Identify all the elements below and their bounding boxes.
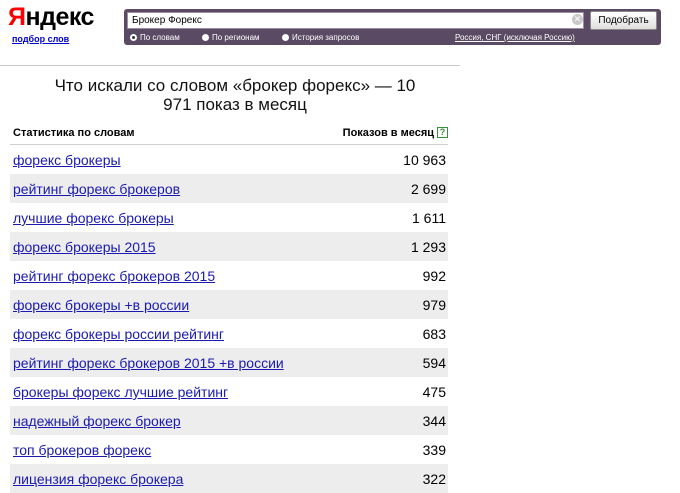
region-selector[interactable]: Россия, СНГ (исключая Россию)	[455, 32, 575, 44]
keyword-link[interactable]: брокеры форекс лучшие рейтинг	[13, 384, 228, 400]
column-header-count: Показов в месяц	[342, 127, 434, 139]
impressions-count: 683	[422, 326, 446, 342]
impressions-count: 2 699	[410, 181, 446, 197]
keyword-link[interactable]: рейтинг форекс брокеров 2015	[13, 268, 215, 284]
table-header: Статистика по словам Показов в месяц ?	[10, 127, 450, 143]
keyword-link[interactable]: форекс брокеры +в россии	[13, 297, 189, 313]
keyword-link[interactable]: форекс брокеры	[13, 152, 121, 168]
impressions-count: 1 611	[412, 210, 446, 226]
impressions-count: 322	[422, 471, 446, 487]
impressions-count: 475	[422, 384, 446, 400]
logo-first-letter: Я	[8, 3, 26, 31]
radio-dot-icon	[202, 34, 209, 41]
page-title: Что искали со словом «брокер форекс» — 1…	[54, 76, 416, 114]
keyword-link[interactable]: рейтинг форекс брокеров 2015 +в россии	[13, 355, 284, 371]
keyword-link[interactable]: форекс брокеры россии рейтинг	[13, 326, 224, 342]
table-row: форекс брокеры россии рейтинг 683	[10, 319, 448, 348]
submit-button[interactable]: Подобрать	[590, 11, 657, 30]
search-bar: Брокер Форекс ✕ Подобрать По словам По р…	[124, 9, 661, 45]
close-icon[interactable]: ✕	[572, 14, 583, 25]
impressions-count: 992	[422, 268, 446, 284]
radio-label: По регионам	[212, 33, 260, 42]
radio-label: По словам	[140, 33, 180, 42]
table-row: надежный форекс брокер 344	[10, 406, 448, 435]
keyword-table: форекс брокеры 10 963 рейтинг форекс брок…	[10, 145, 448, 493]
impressions-count: 1 293	[410, 239, 446, 255]
yandex-logo[interactable]: Яндекс	[8, 3, 94, 31]
table-row: рейтинг форекс брокеров 2015 992	[10, 261, 448, 290]
table-row: форекс брокеры 2015 1 293	[10, 232, 448, 261]
keyword-link[interactable]: рейтинг форекс брокеров	[13, 181, 180, 197]
divider	[0, 65, 460, 66]
radio-dot-icon	[130, 34, 137, 41]
table-row: лучшие форекс брокеры 1 611	[10, 203, 448, 232]
column-header-keyword: Статистика по словам	[13, 127, 135, 139]
keyword-link[interactable]: лицензия форекс брокера	[13, 471, 183, 487]
impressions-count: 339	[422, 442, 446, 458]
search-input[interactable]: Брокер Форекс	[127, 12, 584, 29]
radio-by-words[interactable]: По словам	[130, 32, 180, 44]
impressions-count: 344	[422, 413, 446, 429]
impressions-count: 10 963	[403, 152, 446, 168]
keyword-link[interactable]: топ брокеров форекс	[13, 442, 151, 458]
help-icon[interactable]: ?	[437, 127, 448, 138]
radio-by-regions[interactable]: По регионам	[202, 32, 260, 44]
table-row: лицензия форекс брокера 322	[10, 464, 448, 493]
radio-history[interactable]: История запросов	[282, 32, 359, 44]
impressions-count: 594	[422, 355, 446, 371]
keyword-link[interactable]: форекс брокеры 2015	[13, 239, 156, 255]
radio-dot-icon	[282, 34, 289, 41]
radio-label: История запросов	[292, 33, 360, 42]
wordstat-link[interactable]: подбор слов	[12, 34, 69, 44]
keyword-link[interactable]: лучшие форекс брокеры	[13, 210, 174, 226]
logo-rest: ндекс	[25, 3, 94, 31]
impressions-count: 979	[422, 297, 446, 313]
table-row: брокеры форекс лучшие рейтинг 475	[10, 377, 448, 406]
table-row: топ брокеров форекс 339	[10, 435, 448, 464]
table-row: форекс брокеры 10 963	[10, 145, 448, 174]
table-row: форекс брокеры +в россии 979	[10, 290, 448, 319]
keyword-link[interactable]: надежный форекс брокер	[13, 413, 181, 429]
table-row: рейтинг форекс брокеров 2 699	[10, 174, 448, 203]
table-row: рейтинг форекс брокеров 2015 +в россии 59…	[10, 348, 448, 377]
